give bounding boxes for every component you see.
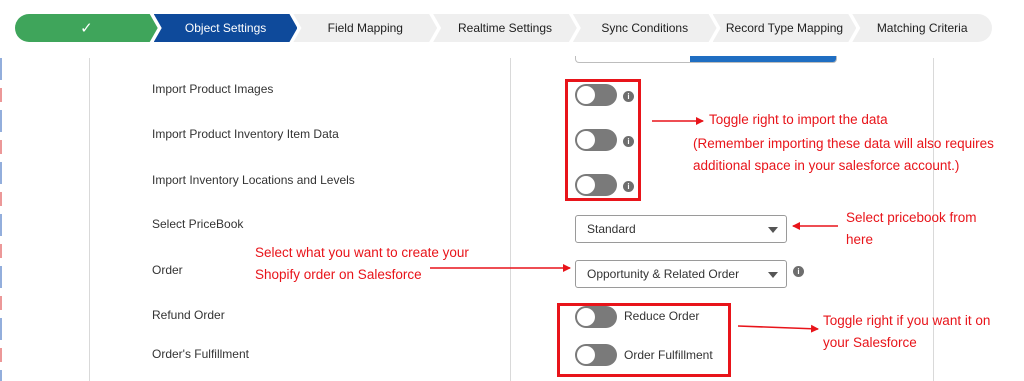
annotation-arrows	[430, 117, 838, 333]
check-icon: ✓	[80, 20, 93, 37]
arrow-to-refund-note	[737, 324, 819, 333]
